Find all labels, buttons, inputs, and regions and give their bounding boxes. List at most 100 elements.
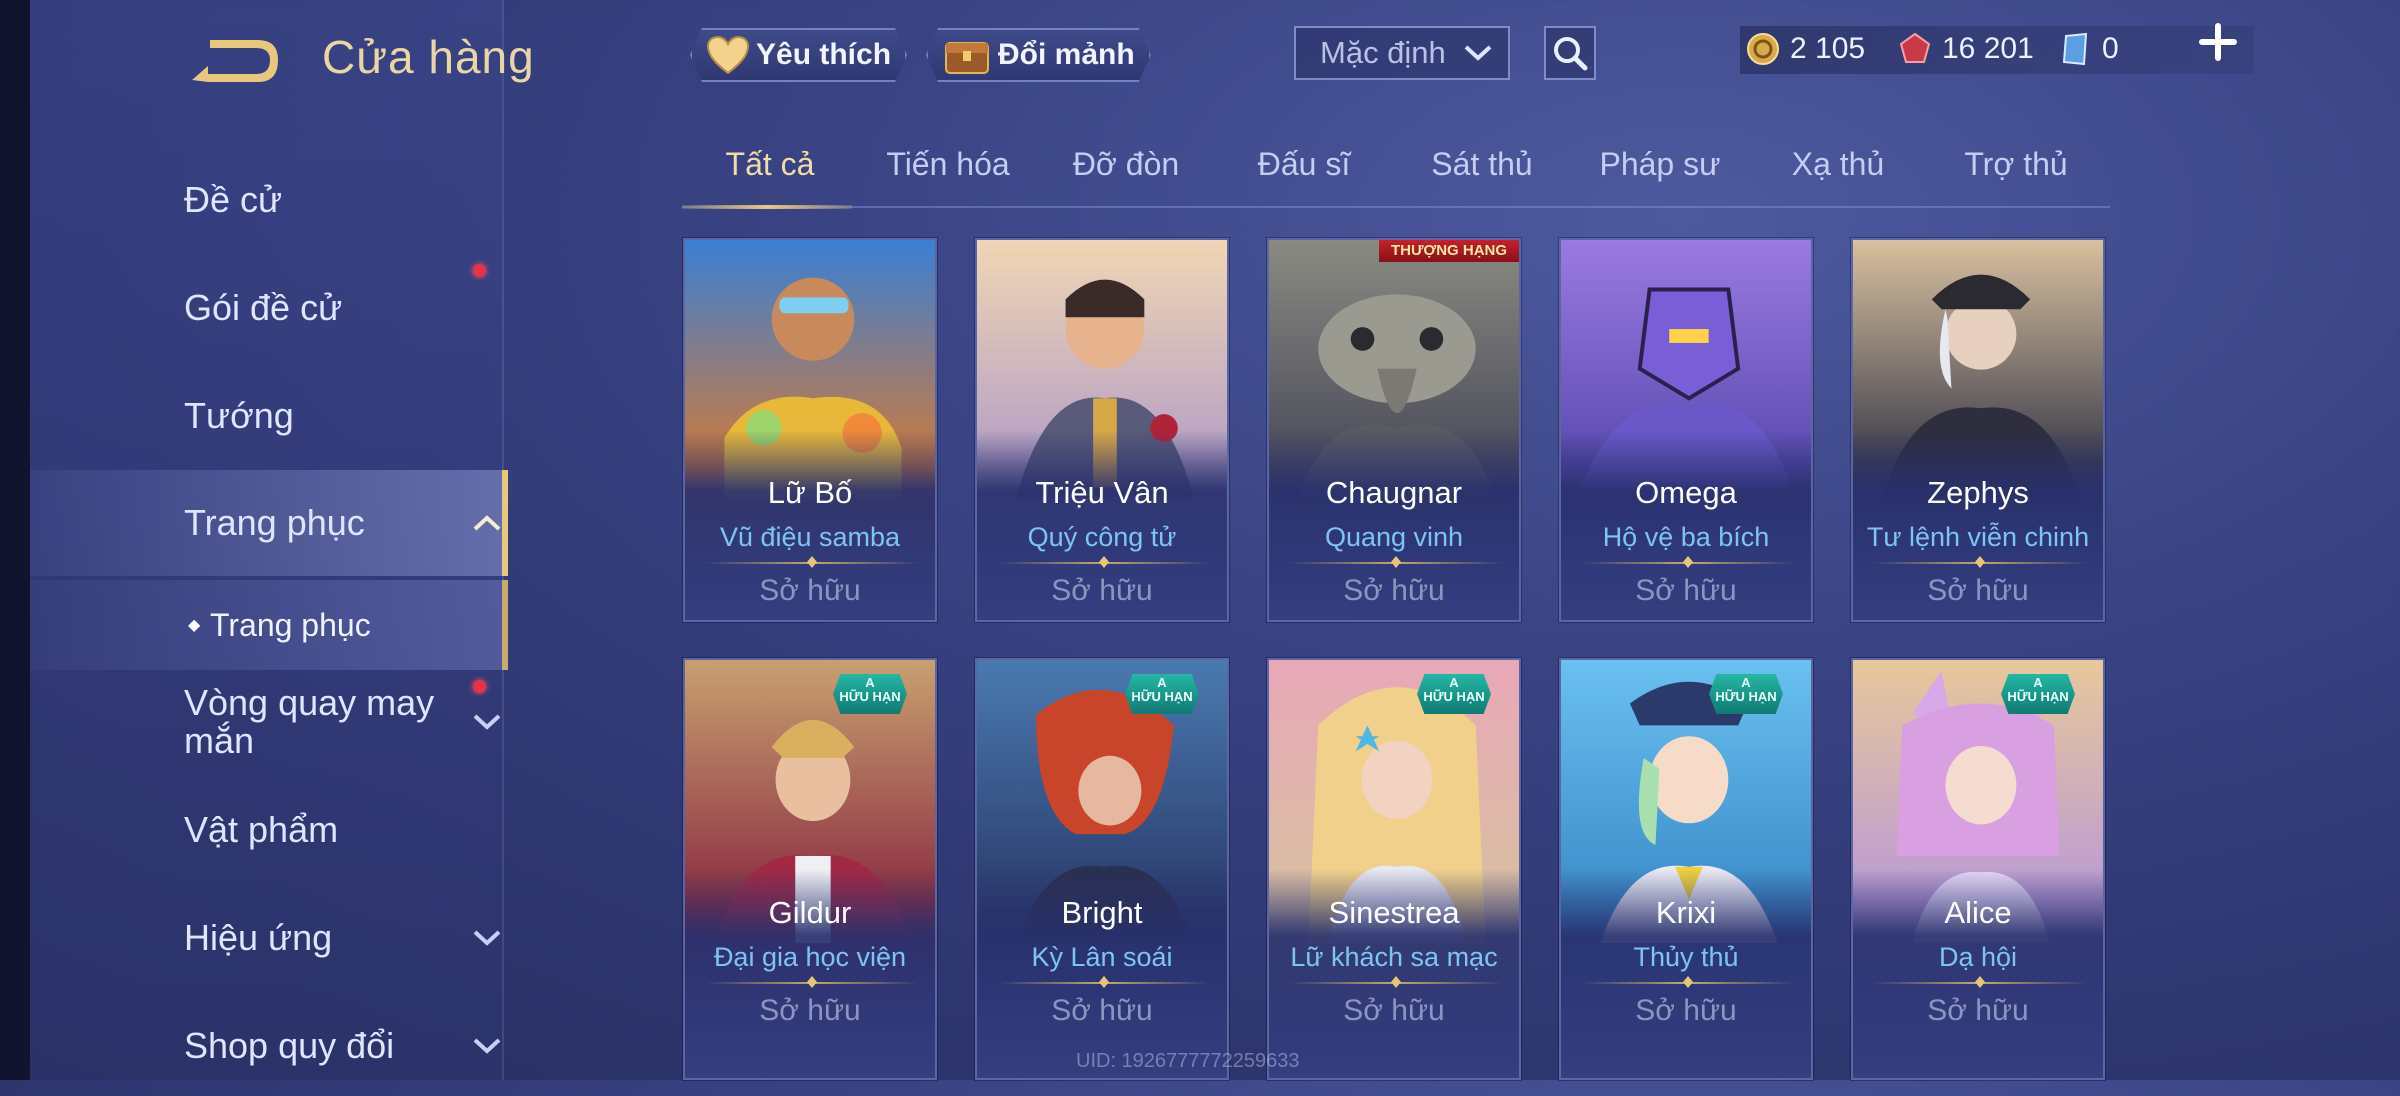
skin-card[interactable]: A HỮU HẠN Alice Dạ hội Sở hữu [1851, 658, 2105, 1080]
tab-assassin[interactable]: Sát thủ [1431, 146, 1532, 183]
skin-name: Dạ hội [1938, 942, 2018, 972]
limited-badge: A HỮU HẠN [2001, 674, 2075, 714]
tab-marksman[interactable]: Xạ thủ [1792, 146, 1885, 183]
tab-mage[interactable]: Pháp sư [1599, 146, 1720, 183]
notification-dot [473, 680, 486, 693]
skin-card[interactable]: Zephys Tư lệnh viễn chinh Sở hữu [1851, 238, 2105, 622]
sidebar-item-heroes[interactable]: Tướng [30, 366, 502, 466]
heart-icon [706, 35, 750, 75]
chevron-up-icon [472, 507, 502, 539]
owned-status: Sở hữu [1343, 574, 1445, 607]
tab-support[interactable]: Trợ thủ [1964, 146, 2067, 183]
owned-status: Sở hữu [1343, 994, 1445, 1027]
hero-name: Sinestrea [1328, 895, 1460, 930]
skin-card[interactable]: Triệu Vân Quý công tử Sở hữu [975, 238, 1229, 622]
shard-exchange-label: Đổi mảnh [998, 38, 1135, 71]
sidebar-item-lucky-spin[interactable]: Vòng quay may mắn [30, 676, 502, 768]
chevron-down-icon [472, 1030, 502, 1062]
back-arrow-icon[interactable] [186, 36, 280, 88]
tab-evolution[interactable]: Tiến hóa [886, 146, 1009, 183]
sidebar-item-items[interactable]: Vật phẩm [30, 780, 502, 880]
skin-card[interactable]: A HỮU HẠN Gildur Đại gia học viện Sở hữu [683, 658, 937, 1080]
role-tabs: Tất cả Tiến hóa Đỡ đòn Đấu sĩ Sát thủ Ph… [682, 140, 2110, 209]
hero-name: Bright [1061, 895, 1143, 930]
skin-name: Quý công tử [1027, 522, 1177, 552]
tab-tank[interactable]: Đỡ đòn [1073, 146, 1179, 183]
limited-badge: A HỮU HẠN [1709, 674, 1783, 714]
owned-status: Sở hữu [1927, 574, 2029, 607]
skin-card[interactable]: A HỮU HẠN Krixi Thủy thủ Sở hữu [1559, 658, 1813, 1080]
sidebar-item-recommended-packs[interactable]: Gói đề cử [30, 258, 502, 358]
limited-badge: A HỮU HẠN [1125, 674, 1199, 714]
search-button[interactable] [1544, 26, 1596, 80]
gold-coin-icon [1747, 33, 1779, 65]
owned-status: Sở hữu [759, 994, 861, 1027]
sidebar-item-label: Shop quy đổi [184, 1025, 395, 1066]
premium-ribbon: THƯỢNG HẠNG [1379, 240, 1519, 262]
hero-name: Krixi [1655, 895, 1717, 930]
voucher-amount: 16 201 [1942, 32, 2034, 65]
hero-name: Lữ Bố [767, 475, 853, 510]
skin-name: Đại gia học viện [713, 942, 907, 972]
search-icon [1554, 37, 1588, 71]
skin-name: Thủy thủ [1633, 942, 1739, 972]
favorite-button[interactable]: Yêu thích [690, 28, 907, 82]
owned-status: Sở hữu [1051, 574, 1153, 607]
sidebar-item-label: Gói đề cử [184, 287, 343, 328]
hero-name: Triệu Vân [1035, 475, 1169, 510]
screen-edge [0, 0, 30, 1080]
treasure-chest-icon [942, 33, 992, 77]
blue-ticket-icon [2062, 32, 2088, 66]
sidebar-item-label: Tướng [184, 395, 294, 436]
sidebar-item-label: Trang phục [184, 502, 365, 543]
limited-badge: A HỮU HẠN [1417, 674, 1491, 714]
owned-status: Sở hữu [1635, 574, 1737, 607]
sort-dropdown-value: Mặc định [1320, 35, 1446, 70]
currency-bar: 2 105 16 201 0 [1740, 26, 2254, 74]
skin-card[interactable]: Lữ Bố Vũ điệu samba Sở hữu [683, 238, 937, 622]
chevron-down-icon [1462, 38, 1494, 76]
skin-card[interactable]: Omega Hộ vệ ba bích Sở hữu [1559, 238, 1813, 622]
sidebar-item-recommended[interactable]: Đề cử [30, 150, 502, 250]
skin-card[interactable]: A HỮU HẠN Sinestrea Lữ khách sa mạc Sở hữ… [1267, 658, 1521, 1080]
hero-name: Zephys [1927, 475, 2029, 510]
diamond-bullet-icon: ◆ [188, 617, 201, 634]
sort-dropdown[interactable]: Mặc định [1294, 26, 1510, 80]
user-id-watermark: UID: 1926777772259633 [1076, 1050, 1300, 1072]
favorite-label: Yêu thích [756, 38, 892, 71]
tab-all[interactable]: Tất cả [726, 146, 815, 183]
owned-status: Sở hữu [759, 574, 861, 607]
sidebar-subitem-label: Trang phục [210, 606, 371, 643]
hero-name: Chaugnar [1325, 475, 1463, 510]
sidebar-item-label: Hiệu ứng [184, 917, 333, 958]
skin-name: Tư lệnh viễn chinh [1866, 522, 2090, 552]
sidebar-item-effects[interactable]: Hiệu ứng [30, 888, 502, 988]
hero-name: Gildur [768, 895, 852, 930]
hero-name: Alice [1944, 895, 2012, 930]
plus-icon[interactable] [2196, 20, 2240, 64]
sidebar-item-skins[interactable]: Trang phục [30, 470, 508, 576]
coupon-balance: 0 [2058, 32, 2119, 66]
notification-dot [473, 264, 486, 277]
tab-fighter[interactable]: Đấu sĩ [1258, 146, 1350, 183]
skin-name: Quang vinh [1324, 522, 1464, 552]
page-title: Cửa hàng [322, 31, 535, 83]
coupon-amount: 0 [2102, 32, 2119, 65]
skin-card[interactable]: THƯỢNG HẠNG Chaugnar Quang vinh Sở hữu [1267, 238, 1521, 622]
sidebar-item-label: Đề cử [184, 179, 283, 220]
skin-card[interactable]: A HỮU HẠN Bright Kỳ Lân soái Sở hữu [975, 658, 1229, 1080]
shard-exchange-button[interactable]: Đổi mảnh [926, 28, 1151, 82]
sidebar-item-label: Vật phẩm [184, 809, 339, 850]
limited-badge: A HỮU HẠN [833, 674, 907, 714]
sidebar-subitem-skins[interactable]: ◆ Trang phục [30, 580, 508, 670]
owned-status: Sở hữu [1051, 994, 1153, 1027]
skin-name: Kỳ Lân soái [1031, 942, 1173, 972]
red-gem-icon [1899, 32, 1931, 63]
voucher-balance: 16 201 [1898, 32, 2034, 66]
sidebar-item-label: Vòng quay may mắn [184, 682, 435, 761]
skin-name: Vũ điệu samba [719, 522, 901, 552]
sidebar-item-exchange-shop[interactable]: Shop quy đổi [30, 996, 502, 1096]
owned-status: Sở hữu [1635, 994, 1737, 1027]
chevron-down-icon [472, 706, 502, 738]
skin-name: Hộ vệ ba bích [1602, 522, 1770, 552]
